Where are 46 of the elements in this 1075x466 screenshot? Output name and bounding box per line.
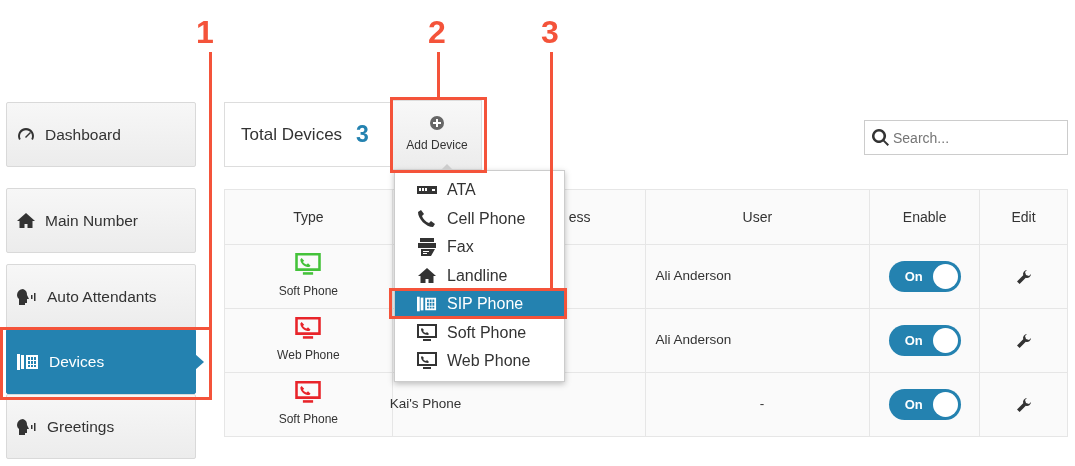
leader-line — [437, 52, 440, 99]
wrench-icon[interactable] — [1016, 333, 1031, 348]
sidebar-item[interactable]: Dashboard — [6, 102, 196, 167]
callout-number: 3 — [541, 16, 559, 48]
house-icon — [17, 213, 35, 228]
callout-number: 1 — [196, 16, 214, 48]
plus-circle-icon — [430, 116, 444, 130]
device-count: 3 — [356, 120, 369, 150]
sidebar-item[interactable]: Greetings — [6, 394, 196, 459]
monitor-phone-icon — [417, 323, 437, 342]
speaking-head-icon — [17, 288, 37, 305]
add-device-button[interactable]: Add Device — [392, 100, 482, 170]
column-header: Enable — [869, 189, 980, 245]
callout-number: 2 — [428, 16, 446, 48]
device-type: Soft Phone — [277, 283, 340, 300]
gauge-icon — [17, 126, 35, 143]
column-header: Edit — [979, 189, 1068, 245]
menu-item[interactable]: Landline — [395, 261, 564, 290]
total-label: Total Devices — [241, 123, 343, 146]
search-field[interactable]: Search... — [864, 120, 1068, 155]
device-type: Web Phone — [276, 347, 341, 364]
column-header: Type — [224, 189, 393, 245]
enable-toggle[interactable]: On — [888, 325, 961, 356]
sidebar-item[interactable]: Main Number — [6, 188, 196, 253]
wrench-icon[interactable] — [1016, 397, 1031, 412]
sidebar-item[interactable]: Auto Attendants — [6, 264, 196, 329]
enable-toggle[interactable]: On — [888, 389, 961, 420]
user-name: Ali Anderson — [655, 268, 732, 284]
house-icon — [417, 268, 437, 284]
speaking-head-icon — [17, 418, 37, 435]
handset-icon — [417, 210, 437, 228]
user-name: Ali Anderson — [655, 332, 732, 348]
menu-item[interactable]: Soft Phone — [395, 318, 564, 347]
menu-item[interactable]: Cell Phone — [395, 204, 564, 233]
desk-phone-icon — [417, 296, 437, 313]
fax-icon — [417, 238, 437, 257]
device-name: Kai's Phone — [389, 396, 462, 412]
wrench-icon[interactable] — [1016, 269, 1031, 284]
monitor-phone-icon — [417, 352, 437, 371]
enable-toggle[interactable]: On — [888, 261, 961, 292]
device-type: Soft Phone — [277, 411, 340, 428]
user-name: - — [759, 396, 765, 412]
desk-phone-icon — [17, 353, 39, 370]
router-icon — [417, 186, 437, 195]
column-header: User — [645, 189, 870, 245]
menu-item[interactable]: Web Phone — [395, 347, 564, 376]
